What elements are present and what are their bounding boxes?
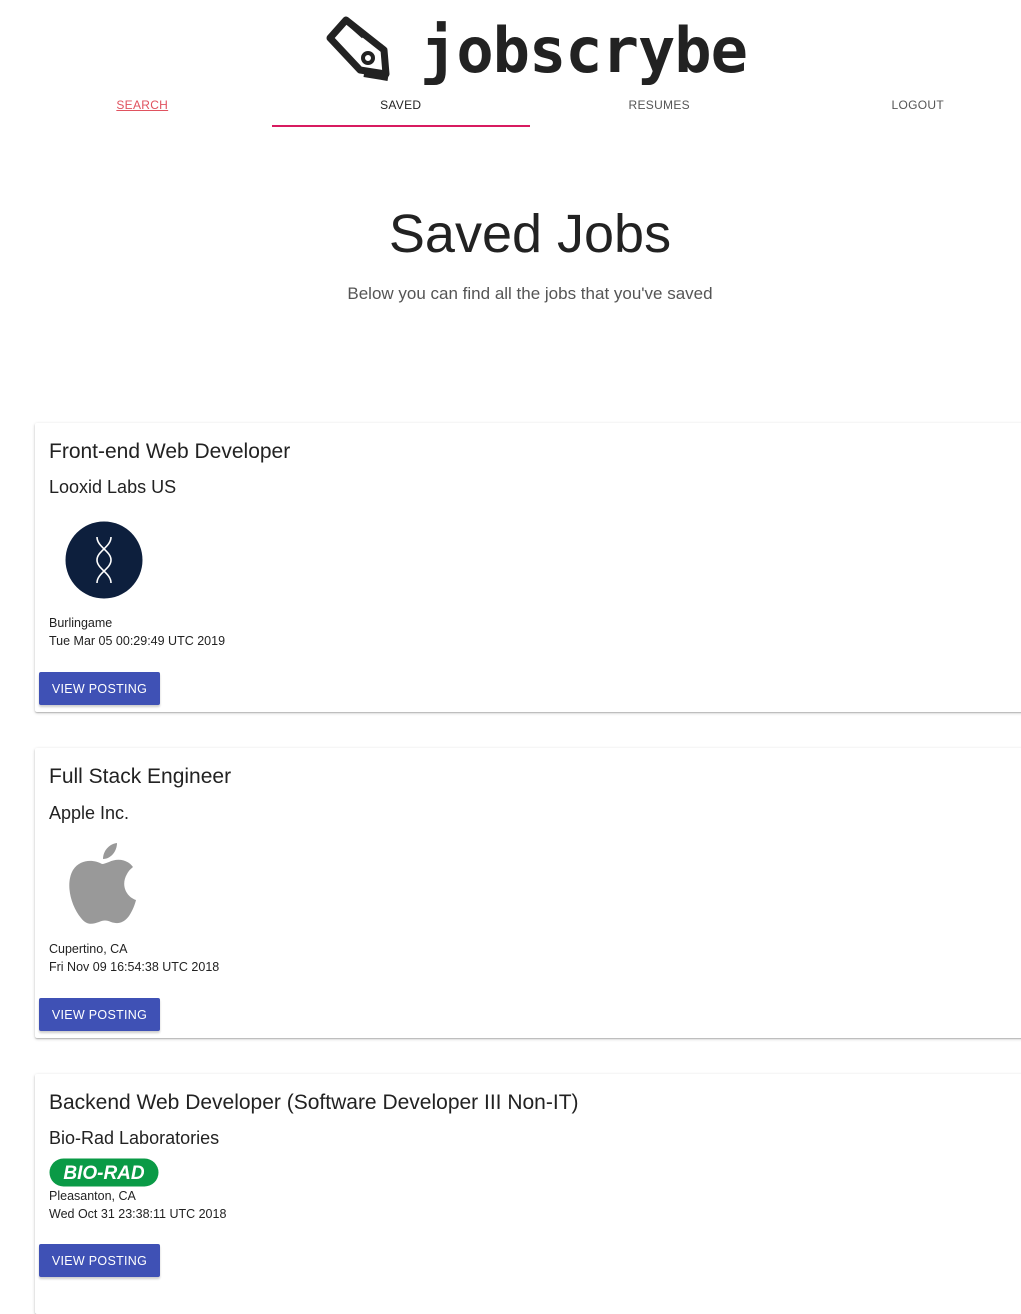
job-date: Fri Nov 09 16:54:38 UTC 2018 — [49, 959, 219, 975]
job-location: Cupertino, CA — [49, 941, 128, 957]
job-location: Pleasanton, CA — [49, 1188, 136, 1204]
tab-search[interactable]: SEARCH — [13, 90, 272, 128]
job-title[interactable]: Front-end Web Developer — [49, 439, 290, 465]
company-name: Looxid Labs US — [49, 476, 176, 498]
page-subtitle: Below you can find all the jobs that you… — [0, 283, 1021, 305]
view-posting-button[interactable]: VIEW POSTING — [39, 672, 160, 705]
job-date: Tue Mar 05 00:29:49 UTC 2019 — [49, 633, 225, 649]
tab-saved[interactable]: SAVED — [272, 90, 531, 128]
pen-nib-icon — [324, 14, 392, 84]
view-posting-button[interactable]: VIEW POSTING — [39, 998, 160, 1031]
bio-rad-logo-icon: BIO-RAD — [49, 1158, 159, 1188]
job-card: Front-end Web Developer Looxid Labs US B… — [35, 423, 1021, 712]
bio-rad-logo-text: BIO-RAD — [63, 1163, 145, 1184]
brand-wordmark: jobscrybe — [420, 16, 747, 86]
job-location: Burlingame — [49, 615, 112, 631]
job-title[interactable]: Backend Web Developer (Software Develope… — [49, 1090, 579, 1116]
looxid-labs-logo-icon — [65, 521, 143, 599]
job-card: Full Stack Engineer Apple Inc. Cupertino… — [35, 748, 1021, 1038]
apple-logo-icon — [67, 842, 137, 926]
brand-logo[interactable]: jobscrybe — [320, 12, 750, 88]
job-card: Backend Web Developer (Software Develope… — [35, 1074, 1021, 1314]
main-nav: SEARCH SAVED RESUMES LOGOUT — [13, 90, 1021, 128]
page-title: Saved Jobs — [0, 198, 1021, 270]
company-name: Bio-Rad Laboratories — [49, 1127, 219, 1149]
company-name: Apple Inc. — [49, 802, 129, 824]
tab-resumes[interactable]: RESUMES — [530, 90, 789, 128]
job-title[interactable]: Full Stack Engineer — [49, 764, 231, 790]
tab-logout[interactable]: LOGOUT — [789, 90, 1021, 128]
job-date: Wed Oct 31 23:38:11 UTC 2018 — [49, 1206, 226, 1222]
view-posting-button[interactable]: VIEW POSTING — [39, 1244, 160, 1277]
